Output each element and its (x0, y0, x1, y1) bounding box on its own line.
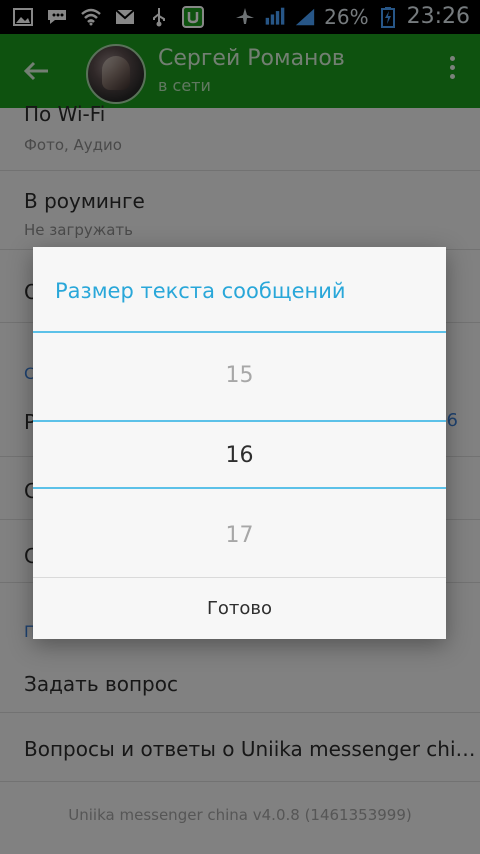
done-button[interactable]: Готово (33, 578, 446, 639)
picker-option-prev[interactable]: 15 (33, 363, 446, 388)
picker-option-selected[interactable]: 16 (33, 443, 446, 468)
dialog-title: Размер текста сообщений (55, 279, 346, 303)
picker-selection-top-line (33, 420, 446, 422)
text-size-dialog: Размер текста сообщений 15 16 17 Готово (33, 247, 446, 639)
picker-selection-bottom-line (33, 487, 446, 489)
picker-option-next[interactable]: 17 (33, 523, 446, 548)
dialog-title-divider (33, 331, 446, 333)
